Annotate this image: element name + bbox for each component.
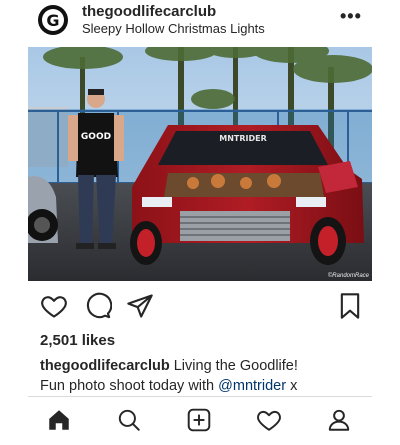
avatar[interactable]: G [38, 5, 68, 35]
caption-text: Living the Goodlife! [169, 358, 298, 374]
photo-credit: ©RandomRace [327, 273, 369, 279]
caption-mention[interactable]: @mntrider [218, 378, 286, 394]
caption-tail: x [286, 378, 298, 394]
heart-icon[interactable] [40, 292, 68, 320]
svg-text:GOOD: GOOD [81, 132, 111, 142]
add-post-icon[interactable] [186, 407, 212, 433]
comment-icon[interactable] [84, 292, 113, 320]
likes-count[interactable]: 2,501 likes [40, 332, 115, 349]
post-actions [0, 292, 400, 320]
bottom-tab-bar [28, 396, 372, 443]
post-photo[interactable]: GOOD MNTRIDER ©RandomRace [28, 47, 372, 281]
avatar-letter: G [42, 9, 64, 31]
send-icon[interactable] [126, 292, 154, 320]
bookmark-icon[interactable] [336, 292, 364, 320]
post-header: G thegoodlifecarclub Sleepy Hollow Chris… [0, 0, 400, 44]
svg-text:MNTRIDER: MNTRIDER [219, 134, 267, 143]
activity-heart-icon[interactable] [256, 407, 282, 433]
home-icon[interactable] [46, 407, 72, 433]
caption-line2: Fun photo shoot today with [40, 378, 219, 394]
profile-icon[interactable] [326, 407, 352, 433]
more-options-button[interactable]: ••• [340, 6, 362, 27]
post-username[interactable]: thegoodlifecarclub [82, 3, 216, 20]
caption-username[interactable]: thegoodlifecarclub [40, 358, 170, 374]
car-photo-illustration: GOOD MNTRIDER [28, 47, 372, 281]
search-icon[interactable] [116, 407, 142, 433]
post-caption: thegoodlifecarclub Living the Goodlife! … [40, 356, 380, 396]
post-location[interactable]: Sleepy Hollow Christmas Lights [82, 21, 265, 36]
